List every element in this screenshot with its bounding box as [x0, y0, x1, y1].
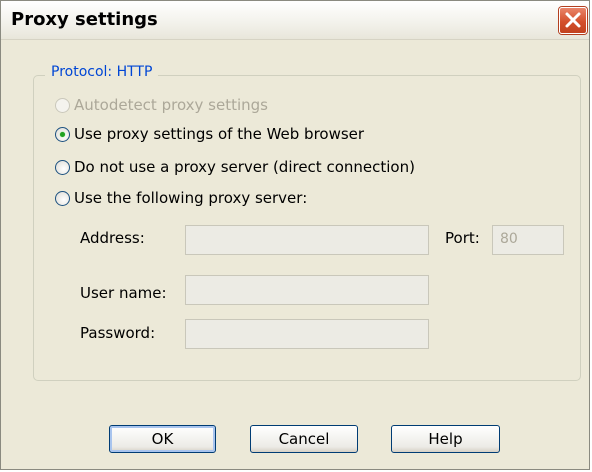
address-input[interactable] [185, 225, 429, 255]
close-icon [565, 12, 581, 28]
radio-autodetect[interactable]: Autodetect proxy settings [55, 94, 268, 116]
radio-button-no-proxy[interactable] [55, 159, 70, 175]
password-input[interactable] [185, 319, 429, 349]
username-label: User name: [80, 284, 167, 302]
port-label: Port: [445, 229, 480, 247]
radio-manual-proxy[interactable]: Use the following proxy server: [55, 187, 307, 209]
password-label: Password: [80, 324, 156, 342]
ok-button[interactable]: OK [109, 425, 216, 453]
help-button[interactable]: Help [391, 425, 500, 453]
username-input[interactable] [185, 275, 429, 305]
cancel-button[interactable]: Cancel [250, 425, 358, 453]
radio-button-browser-settings[interactable] [55, 126, 70, 142]
radio-button-autodetect[interactable] [55, 97, 70, 113]
radio-label-no-proxy: Do not use a proxy server (direct connec… [74, 158, 415, 176]
window-title: Proxy settings [11, 9, 158, 30]
port-input[interactable]: 80 [492, 225, 564, 255]
radio-label-browser-settings: Use proxy settings of the Web browser [74, 125, 365, 143]
protocol-group-legend: Protocol: HTTP [45, 64, 159, 80]
radio-browser-settings[interactable]: Use proxy settings of the Web browser [55, 123, 364, 145]
radio-no-proxy[interactable]: Do not use a proxy server (direct connec… [55, 156, 415, 178]
close-button[interactable] [559, 7, 587, 34]
proxy-settings-dialog: Proxy settings Protocol: HTTP Autodetect… [0, 0, 590, 470]
radio-label-autodetect: Autodetect proxy settings [74, 96, 268, 114]
address-label: Address: [80, 229, 145, 247]
title-bar[interactable]: Proxy settings [1, 1, 589, 40]
radio-label-manual-proxy: Use the following proxy server: [74, 189, 308, 207]
radio-button-manual-proxy[interactable] [55, 190, 70, 206]
